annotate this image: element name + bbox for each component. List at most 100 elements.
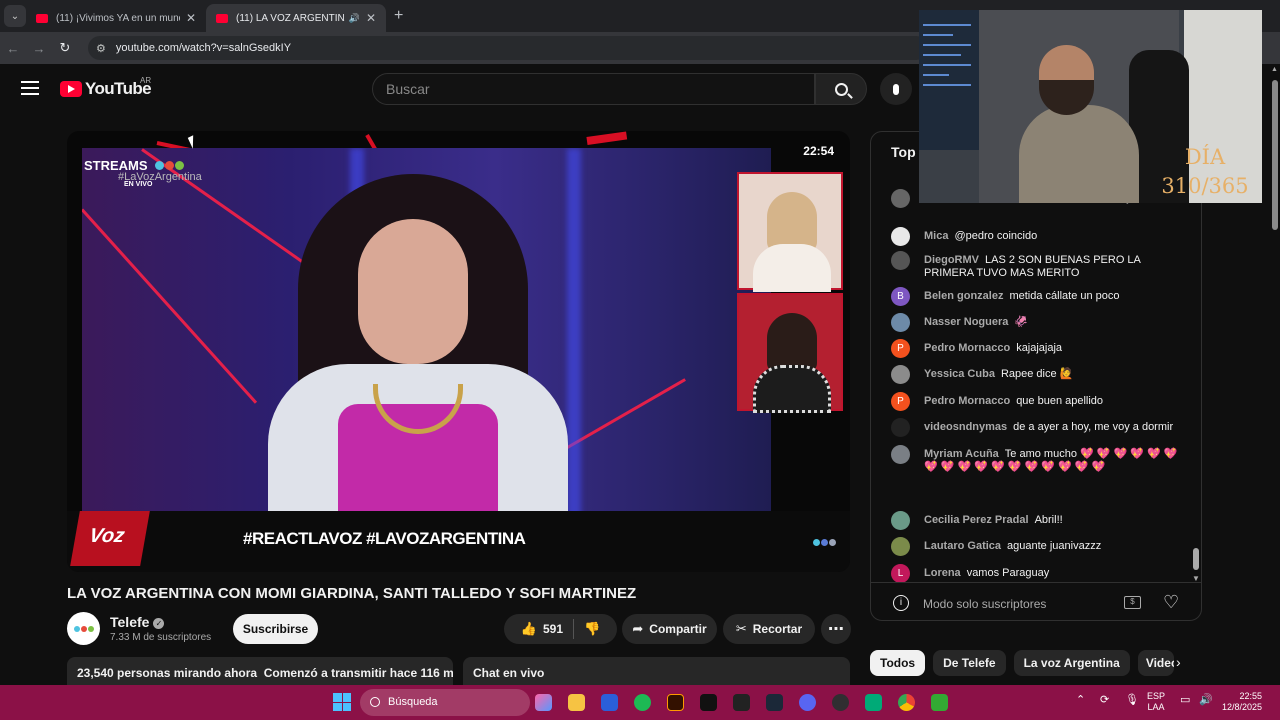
like-count[interactable]: 591 bbox=[543, 622, 563, 636]
language-indicator[interactable]: ESP LAA bbox=[1147, 691, 1165, 713]
app-icon-3[interactable] bbox=[931, 694, 948, 711]
spotify-icon[interactable] bbox=[634, 694, 651, 711]
info-icon[interactable]: i bbox=[893, 595, 909, 611]
chat-author[interactable]: Lorena bbox=[924, 567, 961, 579]
page-scrollbar[interactable]: ▲ bbox=[1270, 66, 1280, 686]
tab-search-button[interactable]: ⌄ bbox=[4, 5, 26, 27]
app-icon[interactable] bbox=[733, 694, 750, 711]
forward-arrow-icon[interactable]: → bbox=[26, 41, 52, 56]
close-tab-icon[interactable]: ✕ bbox=[186, 11, 196, 25]
app-icon-2[interactable] bbox=[865, 694, 882, 711]
super-chat-icon[interactable]: $ bbox=[1124, 596, 1141, 609]
tray-mic-icon[interactable]: 🎙 bbox=[1125, 695, 1139, 706]
search-button[interactable] bbox=[815, 73, 867, 105]
subscribe-button[interactable]: Suscribirse bbox=[233, 614, 318, 644]
chat-author[interactable]: Mica bbox=[924, 230, 948, 242]
search-input[interactable]: Buscar bbox=[372, 73, 815, 105]
file-explorer-icon[interactable] bbox=[568, 694, 585, 711]
store-icon[interactable] bbox=[601, 694, 618, 711]
youtube-logo[interactable]: YouTube AR bbox=[60, 76, 152, 99]
tray-sync-icon[interactable]: ⟳ bbox=[1100, 695, 1109, 706]
chip-la-voz[interactable]: La voz Argentina bbox=[1013, 650, 1130, 676]
tray-chevron-up-icon[interactable]: ⌃ bbox=[1076, 695, 1085, 706]
chat-author[interactable]: Nasser Noguera bbox=[924, 316, 1008, 328]
chat-author[interactable]: Lautaro Gatica bbox=[924, 540, 1001, 552]
chrome-icon[interactable] bbox=[898, 694, 915, 711]
heart-reaction-icon[interactable]: ♡ bbox=[1163, 592, 1179, 613]
scroll-up-icon[interactable]: ▲ bbox=[1271, 66, 1278, 73]
chat-message: L Lorena vamos Paraguay bbox=[891, 564, 1181, 583]
chip-videos[interactable]: Video bbox=[1137, 650, 1174, 676]
chat-avatar[interactable] bbox=[891, 445, 910, 464]
youtube-play-icon bbox=[60, 81, 82, 97]
description-box[interactable]: 23,540 personas mirando ahora Comenzó a … bbox=[67, 657, 453, 685]
voice-search-button[interactable] bbox=[880, 73, 912, 105]
close-tab-icon[interactable]: ✕ bbox=[366, 11, 376, 25]
chip-all[interactable]: Todos bbox=[870, 650, 926, 676]
video-player[interactable]: STREAMS #LaVozArgentina EN VIVO 22:54 Vo… bbox=[67, 131, 850, 572]
chat-author[interactable]: Myriam Acuña bbox=[924, 448, 999, 460]
tab-0[interactable]: (11) ¡Vivimos YA en un mundo ✕ bbox=[26, 4, 206, 32]
chevron-right-icon[interactable]: › bbox=[1176, 654, 1181, 670]
chat-avatar[interactable] bbox=[891, 251, 910, 270]
hamburger-menu-icon[interactable] bbox=[21, 81, 39, 95]
chat-message: DiegoRMV LAS 2 SON BUENAS PERO LA PRIMERA… bbox=[891, 251, 1181, 280]
chat-avatar[interactable]: L bbox=[891, 564, 910, 583]
chip-telefe[interactable]: De Telefe bbox=[933, 650, 1006, 676]
chat-avatar[interactable]: B bbox=[891, 287, 910, 306]
chat-avatar[interactable]: P bbox=[891, 339, 910, 358]
chat-avatar[interactable] bbox=[891, 511, 910, 530]
chat-avatar[interactable] bbox=[891, 418, 910, 437]
chat-author[interactable]: Pedro Mornacco bbox=[924, 395, 1010, 407]
chat-author[interactable]: videosndnymas bbox=[924, 421, 1007, 433]
chat-author[interactable]: DiegoRMV bbox=[924, 254, 979, 266]
scrollbar-thumb[interactable] bbox=[1272, 80, 1278, 230]
channel-name[interactable]: Telefe ✓ bbox=[110, 614, 165, 630]
tiktok-icon[interactable] bbox=[700, 694, 717, 711]
windows-start-icon[interactable] bbox=[333, 693, 351, 711]
taskbar-search[interactable]: Búsqueda bbox=[360, 689, 530, 716]
back-arrow-icon[interactable]: ← bbox=[0, 41, 26, 56]
url-field[interactable]: ⚙ youtube.com/watch?v=salnGsedkIY bbox=[88, 36, 928, 60]
steam-icon[interactable] bbox=[766, 694, 783, 711]
chat-avatar[interactable] bbox=[891, 189, 910, 208]
clip-button[interactable]: ✂ Recortar bbox=[723, 614, 815, 644]
day-counter: DÍA 310/365 bbox=[1161, 145, 1249, 198]
chat-text: kajajajaja bbox=[1016, 342, 1063, 354]
chat-avatar[interactable] bbox=[891, 537, 910, 556]
thumbs-up-icon[interactable]: 👍 bbox=[521, 621, 537, 637]
chat-avatar[interactable] bbox=[891, 365, 910, 384]
chat-author[interactable]: Belen gonzalez bbox=[924, 290, 1003, 302]
live-chat-panel-label[interactable]: Chat en vivo bbox=[463, 657, 850, 685]
chat-avatar[interactable] bbox=[891, 227, 910, 246]
speaker-icon[interactable]: 🔊 bbox=[349, 13, 360, 24]
more-actions-button[interactable]: ⋯ bbox=[821, 614, 851, 644]
reload-icon[interactable]: ↻ bbox=[52, 40, 78, 56]
chat-text: Rapee dice 🙋 bbox=[1000, 368, 1074, 380]
new-tab-button[interactable]: + bbox=[394, 7, 403, 25]
tab-1[interactable]: (11) LA VOZ ARGENTINA C 🔊 ✕ bbox=[206, 4, 386, 32]
chat-author[interactable]: Yessica Cuba bbox=[924, 368, 995, 380]
singer-figure bbox=[258, 174, 578, 534]
copilot-icon[interactable] bbox=[535, 694, 552, 711]
discord-icon[interactable] bbox=[799, 694, 816, 711]
chat-author[interactable]: Pedro Mornacco bbox=[924, 342, 1010, 354]
chat-text: metida cállate un poco bbox=[1009, 290, 1120, 302]
chat-text: @pedro coincido bbox=[954, 230, 1038, 242]
volume-icon[interactable]: 🔊 bbox=[1199, 695, 1213, 706]
chat-avatar[interactable] bbox=[891, 313, 910, 332]
thumbs-down-icon[interactable]: 👎 bbox=[584, 621, 600, 637]
chat-author[interactable]: Cecilia Perez Pradal bbox=[924, 514, 1029, 526]
chat-avatar[interactable]: P bbox=[891, 392, 910, 411]
site-settings-icon[interactable]: ⚙ bbox=[96, 42, 106, 55]
channel-avatar[interactable] bbox=[67, 612, 100, 645]
youtube-favicon-icon bbox=[216, 13, 228, 23]
share-button[interactable]: ➦ Compartir bbox=[622, 614, 717, 644]
chat-message: Myriam Acuña Te amo mucho 💖 💖 💖 💖 💖 💖 💖 💖… bbox=[891, 445, 1181, 474]
obs-icon[interactable] bbox=[832, 694, 849, 711]
chat-footer: i Modo solo suscriptores $ ♡ bbox=[871, 582, 1201, 620]
network-icon[interactable]: ▭ bbox=[1180, 695, 1190, 706]
chat-scrollbar[interactable] bbox=[1193, 548, 1199, 570]
clock[interactable]: 22:55 12/8/2025 bbox=[1222, 691, 1262, 713]
illustrator-icon[interactable] bbox=[667, 694, 684, 711]
